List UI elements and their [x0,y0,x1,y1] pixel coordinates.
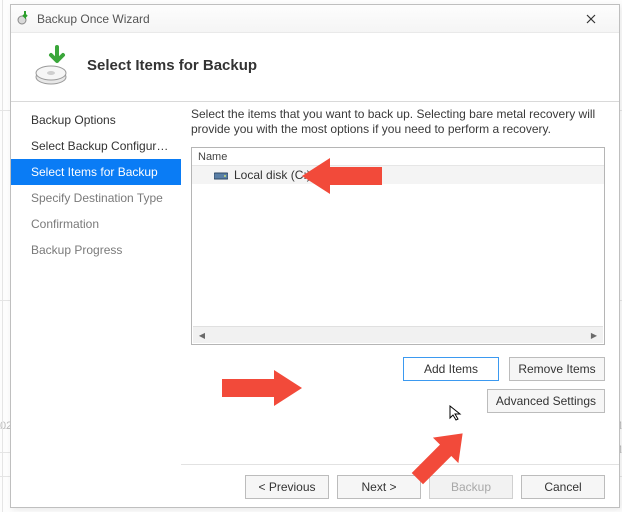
wizard-main-pane: Select the items that you want to back u… [181,101,619,507]
backup-button: Backup [429,475,513,499]
instructions-text: Select the items that you want to back u… [191,107,605,137]
window-title: Backup Once Wizard [33,12,569,26]
close-button[interactable] [569,5,613,33]
page-heading: Select Items for Backup [87,57,257,74]
backup-icon [31,43,75,87]
step-destination-type[interactable]: Specify Destination Type [11,185,181,211]
wizard-body: Backup Options Select Backup Configurat.… [11,101,619,507]
wizard-nav-buttons: < Previous Next > Backup Cancel [181,464,619,499]
background-divider [2,0,3,512]
wizard-header: Select Items for Backup [11,33,619,102]
list-item-label: Local disk (C:) [234,168,311,182]
next-button[interactable]: Next > [337,475,421,499]
advanced-row: Advanced Settings [191,389,605,413]
app-icon [17,9,33,28]
add-items-button[interactable]: Add Items [403,357,499,381]
scroll-left-icon[interactable]: ◀ [195,328,209,342]
items-list-panel: Name Local disk (C:) ◀ ▶ [191,147,605,345]
advanced-settings-button[interactable]: Advanced Settings [487,389,605,413]
disk-icon [214,170,228,180]
step-backup-options[interactable]: Backup Options [11,107,181,133]
step-backup-progress[interactable]: Backup Progress [11,237,181,263]
step-select-config[interactable]: Select Backup Configurat... [11,133,181,159]
wizard-steps-sidebar: Backup Options Select Backup Configurat.… [11,101,181,507]
list-item[interactable]: Local disk (C:) [192,166,604,184]
items-list[interactable]: Local disk (C:) [192,166,604,321]
step-select-items[interactable]: Select Items for Backup [11,159,181,185]
previous-button[interactable]: < Previous [245,475,329,499]
scroll-right-icon[interactable]: ▶ [587,328,601,342]
cancel-button[interactable]: Cancel [521,475,605,499]
list-column-header-name[interactable]: Name [192,148,604,166]
horizontal-scrollbar[interactable]: ◀ ▶ [193,326,603,343]
item-buttons-row: Add Items Remove Items [191,357,605,381]
step-confirmation[interactable]: Confirmation [11,211,181,237]
titlebar: Backup Once Wizard [11,5,619,33]
remove-items-button[interactable]: Remove Items [509,357,605,381]
wizard-dialog: Backup Once Wizard Select Items for Back… [10,4,620,508]
